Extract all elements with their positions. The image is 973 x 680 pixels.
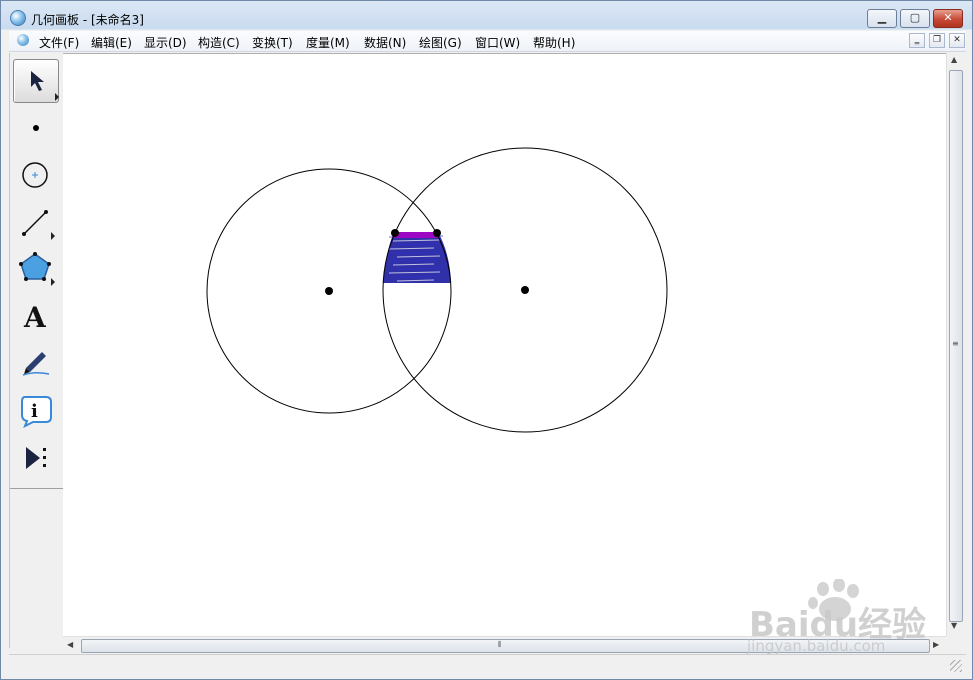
point-tool[interactable]	[13, 105, 59, 149]
maximize-button[interactable]: ▢	[900, 9, 930, 28]
doc-restore-button[interactable]: ❐	[929, 33, 945, 48]
text-a-icon: A	[23, 301, 47, 334]
left-center-point[interactable]	[325, 287, 333, 295]
marker-highlight-region[interactable]	[383, 232, 451, 283]
menu-transform[interactable]: 变换(T)	[252, 34, 293, 51]
info-tool-label: i	[31, 401, 38, 422]
app-logo-icon	[10, 10, 26, 26]
marker-top-edge	[393, 232, 439, 238]
sketch-canvas[interactable]	[63, 53, 946, 637]
scroll-up-icon[interactable]: ▲	[951, 55, 957, 64]
menu-graph[interactable]: 绘图(G)	[419, 34, 462, 51]
polygon-tool[interactable]	[13, 245, 59, 289]
point-icon	[33, 125, 39, 131]
scroll-right-icon[interactable]: ▶	[933, 640, 939, 649]
custom-tool[interactable]	[13, 435, 59, 479]
text-tool-label: A	[23, 301, 47, 334]
toolbox-divider	[10, 488, 63, 489]
doc-minimize-button[interactable]: ‗	[909, 33, 925, 48]
horizontal-grip-icon: ⦀	[498, 640, 502, 649]
segment-icon	[22, 210, 55, 240]
resize-grip-icon[interactable]	[950, 660, 962, 672]
close-button[interactable]: ✕	[933, 9, 963, 28]
pentagon-icon	[19, 252, 55, 286]
scroll-down-icon[interactable]: ▼	[951, 621, 957, 630]
window-title: 几何画板 - [未命名3]	[31, 13, 144, 27]
vertical-grip-icon: ≡	[952, 339, 959, 348]
maximize-icon: ▢	[909, 11, 921, 24]
information-tool[interactable]: i	[13, 387, 59, 431]
close-icon: ✕	[943, 11, 953, 24]
menu-construct[interactable]: 构造(C)	[198, 34, 240, 51]
arrow-tool[interactable]	[13, 59, 59, 103]
app-window: 几何画板 - [未命名3] ▁ ▢ ✕ 文件(F) 编辑(E) 显示(D) 构造…	[0, 0, 973, 680]
arrow-select-icon	[31, 71, 59, 101]
marked-point-left[interactable]	[391, 229, 399, 237]
play-custom-icon	[26, 447, 46, 469]
title-bar: 几何画板 - [未命名3] ▁ ▢ ✕	[1, 1, 972, 29]
scroll-left-icon[interactable]: ◀	[67, 640, 73, 649]
menu-measure[interactable]: 度量(M)	[306, 34, 350, 51]
marker-tool[interactable]	[13, 339, 59, 383]
menu-window[interactable]: 窗口(W)	[475, 34, 520, 51]
menu-file[interactable]: 文件(F)	[39, 34, 79, 51]
toolbox: A i	[9, 53, 64, 648]
marker-fill	[383, 232, 451, 283]
compass-tool[interactable]	[13, 151, 59, 195]
horizontal-scrollbar[interactable]: ◀ ⦀ ▶	[63, 636, 946, 654]
vertical-scroll-thumb[interactable]: ≡	[949, 70, 963, 622]
sketch-drawing[interactable]	[63, 54, 946, 637]
marker-pen-icon	[22, 352, 50, 376]
document-icon[interactable]	[17, 34, 29, 46]
marked-point-right[interactable]	[433, 229, 441, 237]
menu-edit[interactable]: 编辑(E)	[91, 34, 132, 51]
menu-data[interactable]: 数据(N)	[364, 34, 406, 51]
right-center-point[interactable]	[521, 286, 529, 294]
menu-display[interactable]: 显示(D)	[144, 34, 187, 51]
vertical-scrollbar[interactable]: ▲ ≡ ▼	[946, 53, 964, 636]
circle-icon	[22, 162, 48, 188]
menu-help[interactable]: 帮助(H)	[533, 34, 575, 51]
straightedge-tool[interactable]	[13, 199, 59, 243]
doc-close-button[interactable]: ✕	[949, 33, 965, 48]
status-bar	[9, 654, 966, 675]
menu-bar: 文件(F) 编辑(E) 显示(D) 构造(C) 变换(T) 度量(M) 数据(N…	[9, 31, 966, 52]
minimize-button[interactable]: ▁	[867, 9, 897, 28]
text-tool[interactable]: A	[13, 293, 59, 337]
horizontal-scroll-thumb[interactable]: ⦀	[81, 639, 930, 653]
minimize-icon: ▁	[877, 11, 887, 24]
info-icon: i	[21, 396, 52, 429]
